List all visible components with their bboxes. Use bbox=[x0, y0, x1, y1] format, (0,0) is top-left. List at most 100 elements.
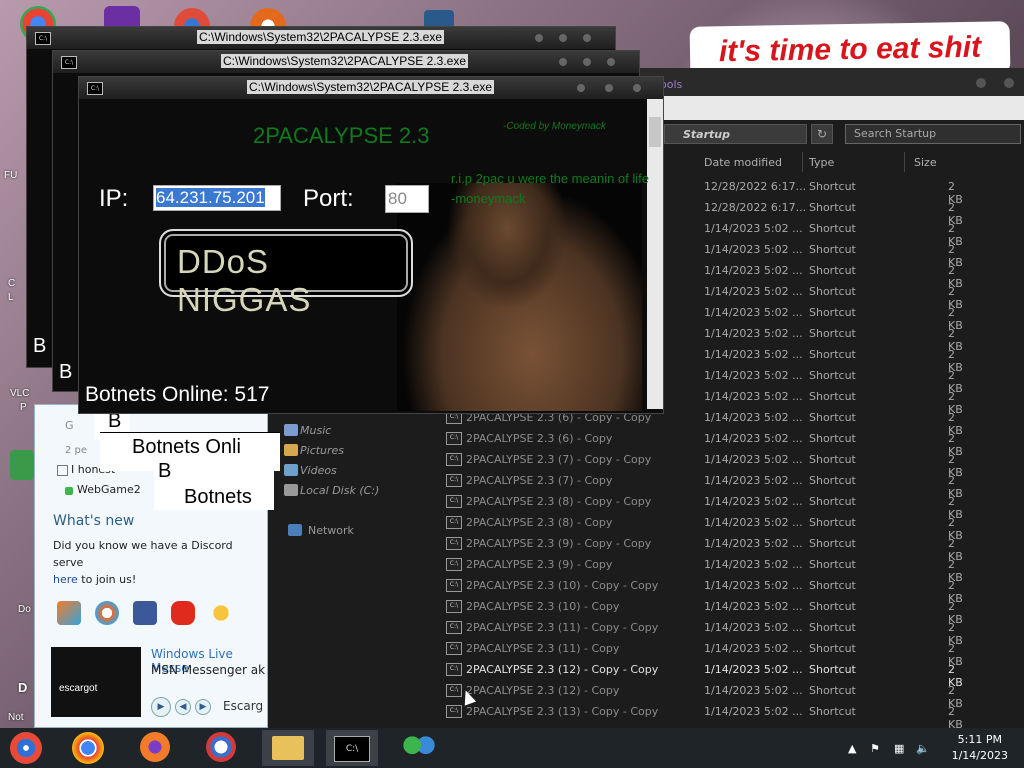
shortcut-icon: C:\ bbox=[446, 579, 462, 592]
minimize-button[interactable] bbox=[976, 78, 986, 88]
desktop-label: D bbox=[18, 680, 28, 695]
contact-item[interactable]: G bbox=[65, 419, 74, 432]
news-after-link: to join us! bbox=[77, 573, 137, 586]
file-date: 1/14/2023 5:02 ... bbox=[704, 642, 803, 655]
column-header-date[interactable]: Date modified bbox=[704, 156, 782, 169]
close-button[interactable] bbox=[1004, 78, 1014, 88]
rip-text: r.i.p 2pac u were the meanin of life -mo… bbox=[451, 171, 650, 206]
start-icon[interactable] bbox=[10, 732, 42, 764]
play-icon[interactable]: ▶ bbox=[151, 697, 171, 717]
shortcut-icon: C:\ bbox=[446, 621, 462, 634]
file-type: Shortcut bbox=[809, 411, 856, 424]
scrollbar[interactable] bbox=[647, 99, 663, 409]
table-row[interactable]: C:\ 2PACALYPSE 2.3 (12) - Copy 1/14/2023 5… bbox=[442, 680, 972, 710]
file-name: 2PACALYPSE 2.3 (9) - Copy - Copy bbox=[466, 537, 652, 550]
file-type: Shortcut bbox=[809, 432, 856, 445]
table-row[interactable]: C:\ 2PACALYPSE 2.3 (7) - Copy - Copy 1/14/… bbox=[442, 449, 972, 479]
promo-image[interactable]: escargot bbox=[51, 647, 141, 717]
network-tray-icon[interactable]: ▦ bbox=[894, 742, 904, 755]
nav-item-pictures[interactable]: Pictures bbox=[300, 444, 344, 457]
close-button[interactable] bbox=[607, 58, 615, 66]
port-label: Port: bbox=[303, 185, 354, 212]
ddos-button[interactable]: DDoS NIGGAS bbox=[159, 229, 413, 318]
nav-item-local-disk[interactable]: Local Disk (C:) bbox=[300, 484, 379, 497]
h-desktop-icon[interactable] bbox=[10, 450, 34, 480]
file-type: Shortcut bbox=[809, 663, 856, 676]
window-trail: B Botnets Onli B Botnets bbox=[94, 400, 280, 525]
facebook-icon[interactable] bbox=[133, 601, 157, 625]
escargot-label: Escarg bbox=[223, 699, 264, 713]
ip-input[interactable]: 64.231.75.201 bbox=[153, 185, 281, 211]
breadcrumb-startup[interactable]: Startup bbox=[683, 128, 730, 141]
obama-icon[interactable] bbox=[206, 732, 236, 762]
file-date: 1/14/2023 5:02 ... bbox=[704, 579, 803, 592]
refresh-icon[interactable] bbox=[95, 601, 119, 625]
cmd-titlebar[interactable]: C:\ C:\Windows\System32\2PACALYPSE 2.3.e… bbox=[79, 77, 663, 99]
folder-glyph bbox=[272, 736, 304, 760]
app-title: 2PACALYPSE 2.3 bbox=[253, 123, 430, 148]
tray-chevron-icon[interactable]: ▲ bbox=[848, 742, 856, 755]
butterfly-icon[interactable] bbox=[57, 601, 81, 625]
msn-icon[interactable] bbox=[402, 734, 436, 762]
minimize-button[interactable] bbox=[577, 84, 585, 92]
maximize-button[interactable] bbox=[559, 34, 567, 42]
flag-icon[interactable]: ⚑ bbox=[870, 742, 880, 755]
table-row[interactable]: C:\ 2PACALYPSE 2.3 (10) - Copy - Copy 1/14… bbox=[442, 575, 972, 605]
nav-item-music[interactable]: Music bbox=[300, 424, 331, 437]
table-row[interactable]: C:\ 2PACALYPSE 2.3 (9) - Copy - Copy 1/14/… bbox=[442, 533, 972, 563]
file-date: 1/14/2023 5:02 ... bbox=[704, 537, 803, 550]
search-input[interactable]: Search Startup bbox=[845, 124, 1021, 144]
disk-icon bbox=[284, 484, 298, 496]
maximize-button[interactable] bbox=[583, 58, 591, 66]
clock[interactable]: 5:11 PM 1/14/2023 bbox=[952, 732, 1008, 764]
column-header-type[interactable]: Type bbox=[809, 156, 834, 169]
cmd-window-front[interactable]: C:\ C:\Windows\System32\2PACALYPSE 2.3.e… bbox=[78, 76, 664, 414]
breadcrumb[interactable]: Startup bbox=[664, 124, 807, 144]
table-row[interactable]: C:\ 2PACALYPSE 2.3 (12) - Copy - Copy 1/14… bbox=[442, 659, 972, 689]
cmd-icon[interactable]: C:\ bbox=[326, 730, 378, 766]
news-text: Did you know we have a Discord serve her… bbox=[53, 537, 263, 588]
table-row[interactable]: C:\ 2PACALYPSE 2.3 (13) - Copy - Copy 1/14… bbox=[442, 701, 972, 731]
maximize-button[interactable] bbox=[605, 84, 613, 92]
table-row[interactable]: C:\ 2PACALYPSE 2.3 (7) - Copy 1/14/2023 5:… bbox=[442, 470, 972, 500]
news-link[interactable]: here bbox=[53, 573, 78, 586]
file-type: Shortcut bbox=[809, 201, 856, 214]
cmd-titlebar[interactable]: C:\ C:\Windows\System32\2PACALYPSE 2.3.e… bbox=[27, 27, 615, 49]
sun-icon[interactable] bbox=[209, 601, 233, 625]
cmd-icon: C:\ bbox=[35, 32, 51, 45]
nav-item-network[interactable]: Network bbox=[308, 524, 354, 537]
cmd-titlebar[interactable]: C:\ C:\Windows\System32\2PACALYPSE 2.3.e… bbox=[53, 51, 639, 73]
scrollbar-thumb[interactable] bbox=[649, 117, 661, 147]
file-date: 1/14/2023 5:02 ... bbox=[704, 285, 803, 298]
cmd-glyph: C:\ bbox=[334, 736, 370, 762]
table-row[interactable]: C:\ 2PACALYPSE 2.3 (11) - Copy - Copy 1/14… bbox=[442, 617, 972, 647]
search-placeholder: Search Startup bbox=[854, 127, 937, 140]
nav-item-videos[interactable]: Videos bbox=[300, 464, 337, 477]
port-input[interactable]: 80 bbox=[385, 185, 429, 213]
contact-icon bbox=[57, 465, 68, 476]
close-button[interactable] bbox=[633, 84, 641, 92]
folder-icon[interactable] bbox=[262, 730, 314, 766]
shortcut-icon: C:\ bbox=[446, 537, 462, 550]
youtube-icon[interactable] bbox=[171, 601, 195, 625]
column-header-size[interactable]: Size bbox=[914, 156, 937, 169]
shortcut-icon: C:\ bbox=[446, 495, 462, 508]
table-row[interactable]: C:\ 2PACALYPSE 2.3 (8) - Copy 1/14/2023 5:… bbox=[442, 512, 972, 542]
minimize-button[interactable] bbox=[535, 34, 543, 42]
refresh-button[interactable]: ↻ bbox=[811, 124, 833, 144]
table-row[interactable]: C:\ 2PACALYPSE 2.3 (6) - Copy 1/14/2023 5:… bbox=[442, 428, 972, 458]
table-row[interactable]: C:\ 2PACALYPSE 2.3 (9) - Copy 1/14/2023 5:… bbox=[442, 554, 972, 584]
prev-icon[interactable]: ◀ bbox=[175, 699, 191, 715]
online-status-icon bbox=[65, 487, 73, 495]
table-row[interactable]: C:\ 2PACALYPSE 2.3 (11) - Copy 1/14/2023 5… bbox=[442, 638, 972, 668]
table-row[interactable]: C:\ 2PACALYPSE 2.3 (8) - Copy - Copy 1/14/… bbox=[442, 491, 972, 521]
shortcut-icon: C:\ bbox=[446, 474, 462, 487]
file-date: 1/14/2023 5:02 ... bbox=[704, 684, 803, 697]
next-icon[interactable]: ▶ bbox=[195, 699, 211, 715]
chrome-icon[interactable] bbox=[72, 732, 104, 764]
minimize-button[interactable] bbox=[559, 58, 567, 66]
volume-icon[interactable]: 🔈 bbox=[916, 742, 930, 755]
table-row[interactable]: C:\ 2PACALYPSE 2.3 (10) - Copy 1/14/2023 5… bbox=[442, 596, 972, 626]
close-button[interactable] bbox=[583, 34, 591, 42]
firefox-icon[interactable] bbox=[140, 732, 170, 762]
